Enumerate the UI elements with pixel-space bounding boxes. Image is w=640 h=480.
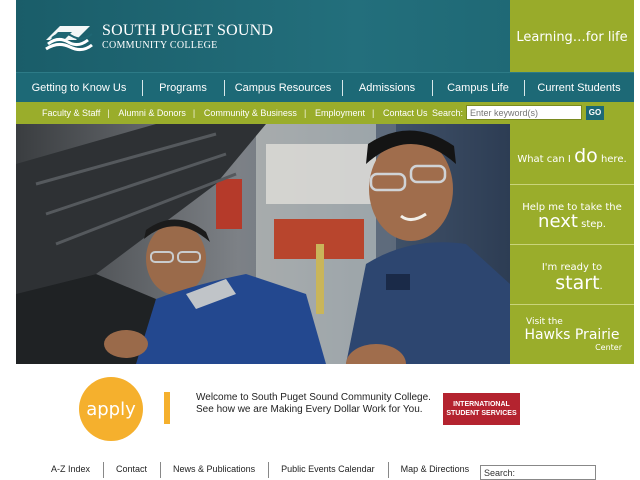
cta-3-post: . [599, 281, 603, 292]
college-logo[interactable]: SOUTH PUGET SOUND COMMUNITY COLLEGE [42, 20, 273, 54]
tagline-box: Learning…for life [510, 0, 634, 72]
main-nav: Getting to Know Us Programs Campus Resou… [16, 72, 634, 102]
call-to-action-panel: What can I do here. Help me to take the … [510, 124, 634, 364]
cta-4-big: Hawks Prairie [524, 327, 620, 343]
footer-link-a-z-index[interactable]: A-Z Index [38, 464, 103, 474]
nav-item-campus-resources[interactable]: Campus Resources [224, 73, 342, 102]
cta-visit-hawks-prairie[interactable]: Visit the Hawks Prairie Center [510, 304, 634, 364]
footer-link-news-publications[interactable]: News & Publications [160, 462, 268, 478]
cta-1-pre: What can I [517, 154, 571, 165]
welcome-text: Welcome to South Puget Sound Community C… [196, 392, 431, 416]
cta-3-big: start [555, 272, 600, 294]
apply-button[interactable]: apply [79, 377, 143, 441]
footer-link-contact[interactable]: Contact [103, 462, 160, 478]
footer-link-public-events-calendar[interactable]: Public Events Calendar [268, 462, 388, 478]
sub-nav-faculty-staff[interactable]: Faculty & Staff [26, 108, 109, 118]
secondary-nav: Faculty & Staff Alumni & Donors Communit… [16, 102, 634, 124]
nav-item-campus-life[interactable]: Campus Life [432, 73, 524, 102]
sub-nav-contact-us[interactable]: Contact Us [372, 108, 437, 118]
sub-nav-community-business[interactable]: Community & Business [193, 108, 306, 118]
cta-what-can-i-do-here[interactable]: What can I do here. [510, 124, 634, 184]
audience-links: Faculty & Staff Alumni & Donors Communit… [16, 102, 437, 124]
search-input[interactable] [466, 105, 582, 120]
footer-links: A-Z Index Contact News & Publications Pu… [38, 462, 483, 478]
footer-search-input[interactable] [480, 465, 596, 480]
logo-line2: COMMUNITY COLLEGE [102, 40, 218, 51]
welcome-divider-bar [164, 392, 170, 424]
hero-photo [16, 124, 510, 364]
search-label: Search: [431, 107, 463, 118]
sub-nav-employment[interactable]: Employment [304, 108, 374, 118]
welcome-line1: Welcome to South Puget Sound Community C… [196, 392, 431, 403]
footer-link-map-directions[interactable]: Map & Directions [387, 462, 483, 478]
cta-ready-to-start[interactable]: I'm ready to start. [510, 244, 634, 304]
cta-take-the-next-step[interactable]: Help me to take the next step. [510, 184, 634, 244]
intl-line2: STUDENT SERVICES [446, 410, 517, 417]
welcome-line2-link[interactable]: See how we are Making Every Dollar Work … [196, 404, 431, 416]
nav-item-current-students[interactable]: Current Students [524, 73, 634, 102]
header-search: Search: GO [432, 105, 604, 120]
nav-item-admissions[interactable]: Admissions [342, 73, 432, 102]
tagline: Learning…for life [516, 30, 628, 45]
nav-item-programs[interactable]: Programs [142, 73, 224, 102]
logo-line1: SOUTH PUGET SOUND [102, 22, 274, 39]
hero-photo-students-auto-shop-icon [16, 124, 510, 364]
cta-2-post: step. [581, 219, 606, 230]
footer-nav: A-Z Index Contact News & Publications Pu… [0, 462, 640, 480]
cta-2-pre: Help me to take the [522, 202, 622, 213]
logo-text: SOUTH PUGET SOUND COMMUNITY COLLEGE [102, 23, 273, 51]
site-header: SOUTH PUGET SOUND COMMUNITY COLLEGE Lear… [16, 0, 634, 72]
logo-wave-icon [44, 26, 93, 52]
cta-1-post: here. [600, 154, 627, 165]
go-button[interactable]: GO [586, 105, 604, 120]
sub-nav-alumni-donors[interactable]: Alumni & Donors [107, 108, 195, 118]
cta-4-post: Center [595, 343, 622, 352]
intl-line1: INTERNATIONAL [453, 401, 510, 408]
cta-4-pre: Visit the [526, 317, 563, 327]
welcome-row: apply Welcome to South Puget Sound Commu… [0, 370, 640, 450]
cta-1-big: do [574, 145, 598, 167]
international-student-services-button[interactable]: INTERNATIONAL STUDENT SERVICES [443, 393, 520, 425]
cta-2-big: next [538, 211, 578, 232]
cta-3-pre: I'm ready to [541, 262, 603, 273]
nav-item-getting-to-know-us[interactable]: Getting to Know Us [16, 73, 142, 102]
